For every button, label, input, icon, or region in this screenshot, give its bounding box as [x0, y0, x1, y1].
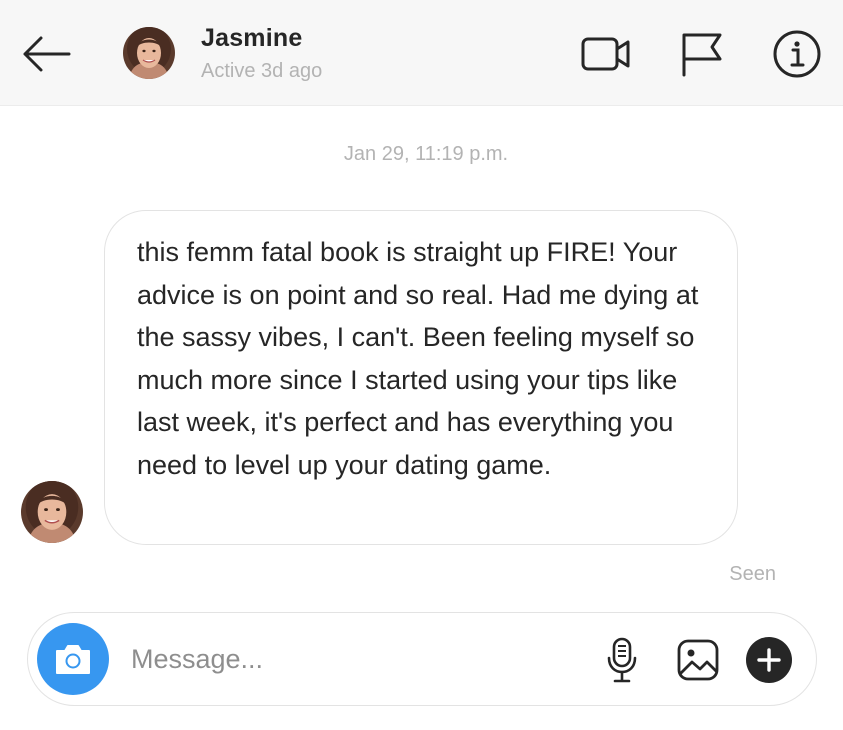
chat-header: Jasmine Active 3d ago	[0, 0, 843, 106]
contact-avatar[interactable]	[123, 27, 175, 79]
message-composer	[27, 612, 817, 706]
message-bubble[interactable]: this femm fatal book is straight up FIRE…	[104, 210, 738, 545]
message-timestamp: Jan 29, 11:19 p.m.	[343, 143, 509, 165]
video-camera-icon	[581, 37, 630, 71]
seen-indicator: Seen	[729, 563, 776, 585]
back-button[interactable]	[16, 28, 76, 80]
camera-icon	[56, 645, 90, 674]
avatar-photo	[21, 481, 83, 543]
report-button[interactable]	[676, 28, 728, 80]
contact-status: Active 3d ago	[201, 60, 323, 82]
voice-message-button[interactable]	[597, 634, 647, 686]
camera-button[interactable]	[37, 623, 109, 695]
flag-icon	[682, 33, 722, 77]
message-text: this femm fatal book is straight up FIRE…	[137, 237, 699, 480]
direct-message-screen: Jasmine Active 3d ago Jan 29, 11:19 p.m.	[0, 0, 843, 730]
info-icon	[773, 30, 821, 78]
arrow-left-icon	[23, 36, 71, 72]
sender-avatar[interactable]	[21, 481, 83, 543]
microphone-icon	[607, 637, 637, 683]
image-gallery-icon	[677, 639, 719, 681]
avatar-photo	[123, 27, 175, 79]
contact-name[interactable]: Jasmine	[201, 24, 302, 53]
gallery-button[interactable]	[673, 634, 723, 686]
video-call-button[interactable]	[580, 28, 632, 80]
message-input[interactable]	[131, 635, 571, 683]
plus-circle-icon	[746, 637, 792, 683]
conversation-info-button[interactable]	[771, 28, 823, 80]
more-options-button[interactable]	[744, 634, 794, 686]
